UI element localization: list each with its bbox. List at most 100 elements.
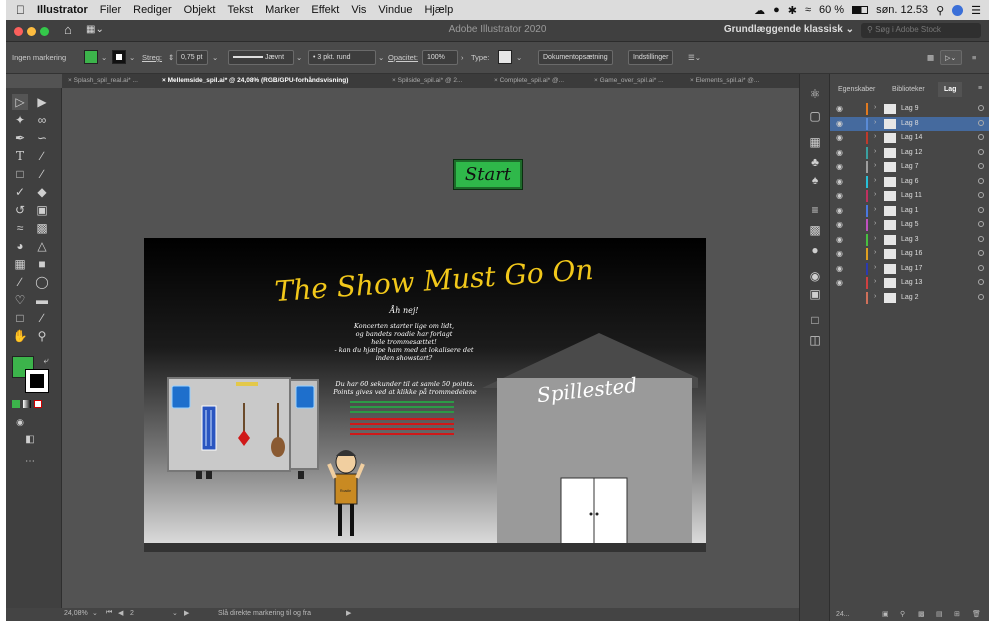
canvas-area[interactable]: Start The Show Must Go On Åh nej! Koncer… bbox=[62, 88, 799, 608]
fill-swatch[interactable] bbox=[84, 50, 98, 64]
pathfinder-panel-icon[interactable]: ◫ bbox=[807, 332, 823, 348]
opacity-arrow-icon[interactable]: › bbox=[461, 53, 464, 62]
target-circle-icon[interactable] bbox=[978, 148, 984, 155]
opacity-input[interactable]: 100% bbox=[422, 50, 458, 65]
document-tab[interactable]: × Splash_spil_real.ai* ... bbox=[68, 77, 138, 84]
layer-row[interactable]: ◉ › Lag 6 bbox=[830, 175, 989, 189]
shaper-tool-icon[interactable]: ✓ bbox=[12, 184, 28, 200]
roadie-character[interactable] bbox=[327, 450, 365, 536]
perspective-grid-icon[interactable]: △ bbox=[34, 238, 50, 254]
sync-icon[interactable]: ● bbox=[773, 4, 780, 16]
scale-tool-icon[interactable]: ▣ bbox=[34, 202, 50, 218]
transform-panel-icon[interactable]: ▣ bbox=[807, 286, 823, 302]
locate-object-icon[interactable]: ⚲ bbox=[900, 610, 905, 618]
more-tools-icon[interactable]: ⋯ bbox=[22, 454, 38, 470]
menu-vis[interactable]: Vis bbox=[345, 4, 372, 16]
target-circle-icon[interactable] bbox=[978, 119, 984, 126]
clock[interactable]: søn. 12.53 bbox=[876, 4, 928, 16]
layer-row[interactable]: ◉ › Lag 3 bbox=[830, 233, 989, 247]
zoom-tool-icon[interactable]: ⚲ bbox=[34, 328, 50, 344]
menu-marker[interactable]: Marker bbox=[259, 4, 305, 16]
document-tab[interactable]: × Game_over_spil.ai* ... bbox=[594, 77, 664, 84]
document-info-icon[interactable]: ▢ bbox=[807, 108, 823, 124]
target-circle-icon[interactable] bbox=[978, 264, 984, 271]
wifi-icon[interactable]: ≈ bbox=[805, 4, 811, 16]
layer-row[interactable]: ◉ › Lag 16 bbox=[830, 247, 989, 261]
type-tool-icon[interactable]: T bbox=[12, 148, 28, 164]
expand-arrow-icon[interactable]: › bbox=[874, 249, 876, 256]
arrange-documents-icon[interactable]: ▦ bbox=[927, 53, 934, 62]
visibility-eye-icon[interactable]: ◉ bbox=[836, 162, 843, 171]
magic-wand-icon[interactable]: ✦ bbox=[12, 112, 28, 128]
free-transform-icon[interactable]: ▩ bbox=[34, 220, 50, 236]
menu-hjaelp[interactable]: Hjælp bbox=[418, 4, 459, 16]
start-button-art[interactable]: Start bbox=[454, 160, 522, 189]
spotlight-icon[interactable]: ⚲ bbox=[936, 4, 944, 17]
eyedropper-icon[interactable]: ∕ bbox=[12, 274, 28, 290]
expand-arrow-icon[interactable]: › bbox=[874, 293, 876, 300]
clipping-mask-icon[interactable]: ▩ bbox=[918, 610, 925, 618]
document-tab[interactable]: × Elements_spil.ai* @... bbox=[690, 77, 759, 84]
stroke-swatch[interactable] bbox=[112, 50, 126, 64]
apple-icon[interactable]:  bbox=[6, 3, 31, 17]
mesh-tool-icon[interactable]: ▦ bbox=[12, 256, 28, 272]
cloud-icon[interactable]: ☁ bbox=[754, 4, 765, 17]
visibility-eye-icon[interactable]: ◉ bbox=[836, 206, 843, 215]
draw-mode-icon[interactable]: ◉ bbox=[12, 414, 28, 430]
layer-row[interactable]: ◉ › Lag 11 bbox=[830, 189, 989, 203]
visibility-eye-icon[interactable]: ◉ bbox=[836, 220, 843, 229]
symbol-sprayer-icon[interactable]: ♡ bbox=[12, 292, 28, 308]
appearance-panel-icon[interactable]: ◉ bbox=[807, 268, 823, 284]
battery-icon[interactable] bbox=[852, 6, 869, 14]
links-panel-icon[interactable]: ⚛ bbox=[807, 86, 823, 102]
status-hint[interactable]: Slå direkte markering til og fra bbox=[218, 610, 311, 617]
layer-row[interactable]: ◉ › Lag 7 bbox=[830, 160, 989, 174]
panel-toggle-button[interactable]: ▷⌄ bbox=[940, 50, 962, 65]
expand-arrow-icon[interactable]: › bbox=[874, 133, 876, 140]
artboard-tool-icon[interactable]: □ bbox=[12, 310, 28, 326]
expand-arrow-icon[interactable]: › bbox=[874, 191, 876, 198]
stroke-weight-dropdown-icon[interactable]: ⌄ bbox=[212, 53, 218, 62]
target-circle-icon[interactable] bbox=[978, 206, 984, 213]
fill-dropdown-icon[interactable]: ⌄ bbox=[101, 53, 107, 62]
expand-arrow-icon[interactable]: › bbox=[874, 264, 876, 271]
paintbrush-icon[interactable]: ∕ bbox=[34, 166, 50, 182]
visibility-eye-icon[interactable]: ◉ bbox=[836, 264, 843, 273]
rectangle-tool-icon[interactable]: □ bbox=[12, 166, 28, 182]
blend-tool-icon[interactable]: ◯ bbox=[34, 274, 50, 290]
variable-width-profile[interactable]: Jævnt bbox=[228, 50, 294, 65]
type-dropdown-icon[interactable]: ⌄ bbox=[516, 53, 522, 62]
puppet-icon[interactable]: ♣ bbox=[807, 154, 823, 170]
none-mode-icon[interactable] bbox=[34, 400, 42, 408]
visibility-eye-icon[interactable]: ◉ bbox=[836, 133, 843, 142]
siri-icon[interactable] bbox=[952, 4, 964, 16]
expand-arrow-icon[interactable]: › bbox=[874, 235, 876, 242]
stroke-weight-stepper[interactable]: ⇕ bbox=[168, 53, 174, 62]
target-circle-icon[interactable] bbox=[978, 250, 984, 256]
target-circle-icon[interactable] bbox=[978, 279, 984, 285]
layer-row[interactable]: ◉ › Lag 1 bbox=[830, 204, 989, 218]
target-circle-icon[interactable] bbox=[978, 192, 984, 198]
expand-arrow-icon[interactable]: › bbox=[874, 220, 876, 227]
panel-menu-icon[interactable]: ≡ bbox=[972, 53, 976, 62]
bluetooth-icon[interactable]: ✱ bbox=[788, 4, 797, 17]
target-circle-icon[interactable] bbox=[978, 221, 984, 227]
workspace-selector[interactable]: Grundlæggende klassisk ⌄ bbox=[724, 24, 854, 35]
artboard[interactable]: The Show Must Go On Åh nej! Koncerten st… bbox=[144, 238, 706, 552]
new-sublayer-icon[interactable]: ▤ bbox=[936, 610, 943, 618]
expand-arrow-icon[interactable]: › bbox=[874, 104, 876, 111]
gradient-mode-icon[interactable] bbox=[23, 400, 31, 408]
brush-definition[interactable]: • 3 pkt. rund bbox=[308, 50, 376, 65]
export-icon[interactable]: ▣ bbox=[882, 610, 889, 618]
symbols-panel-icon[interactable]: ♠ bbox=[807, 172, 823, 188]
preferences-button[interactable]: Indstillinger bbox=[628, 50, 674, 65]
swatches-panel-icon[interactable]: ▩ bbox=[807, 222, 823, 238]
next-artboard-icon[interactable]: ▶ bbox=[184, 609, 189, 617]
lasso-icon[interactable]: ∞ bbox=[34, 112, 50, 128]
panel-menu-icon[interactable]: ≡ bbox=[978, 85, 982, 92]
selection-tool-icon[interactable]: ▷ bbox=[12, 94, 28, 110]
swap-colors-icon[interactable]: ⤶ bbox=[38, 352, 54, 368]
layer-row[interactable]: › Lag 2 bbox=[830, 291, 989, 305]
document-tab[interactable]: × Spilside_spil.ai* @ 2... bbox=[392, 77, 462, 84]
venue-building[interactable] bbox=[482, 333, 698, 545]
